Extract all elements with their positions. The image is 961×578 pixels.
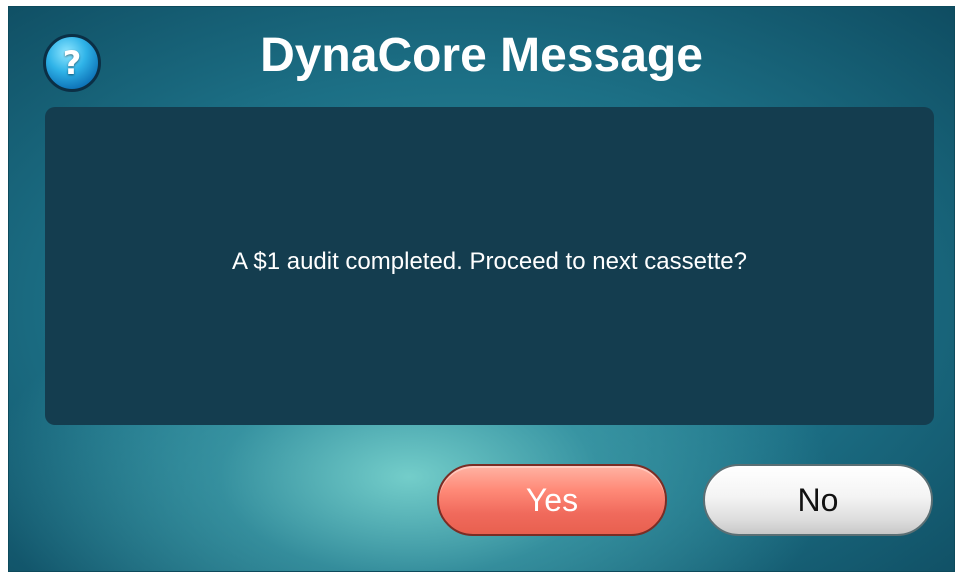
dialog-title: DynaCore Message [260,29,703,82]
message-text: A $1 audit completed. Proceed to next ca… [232,248,747,275]
yes-button[interactable]: Yes [437,464,667,536]
message-dialog: ? DynaCore Message A $1 audit completed.… [8,6,955,572]
no-button[interactable]: No [703,464,933,536]
no-button-label: No [797,481,839,518]
message-panel: A $1 audit completed. Proceed to next ca… [45,107,934,425]
yes-button-label: Yes [525,481,579,518]
